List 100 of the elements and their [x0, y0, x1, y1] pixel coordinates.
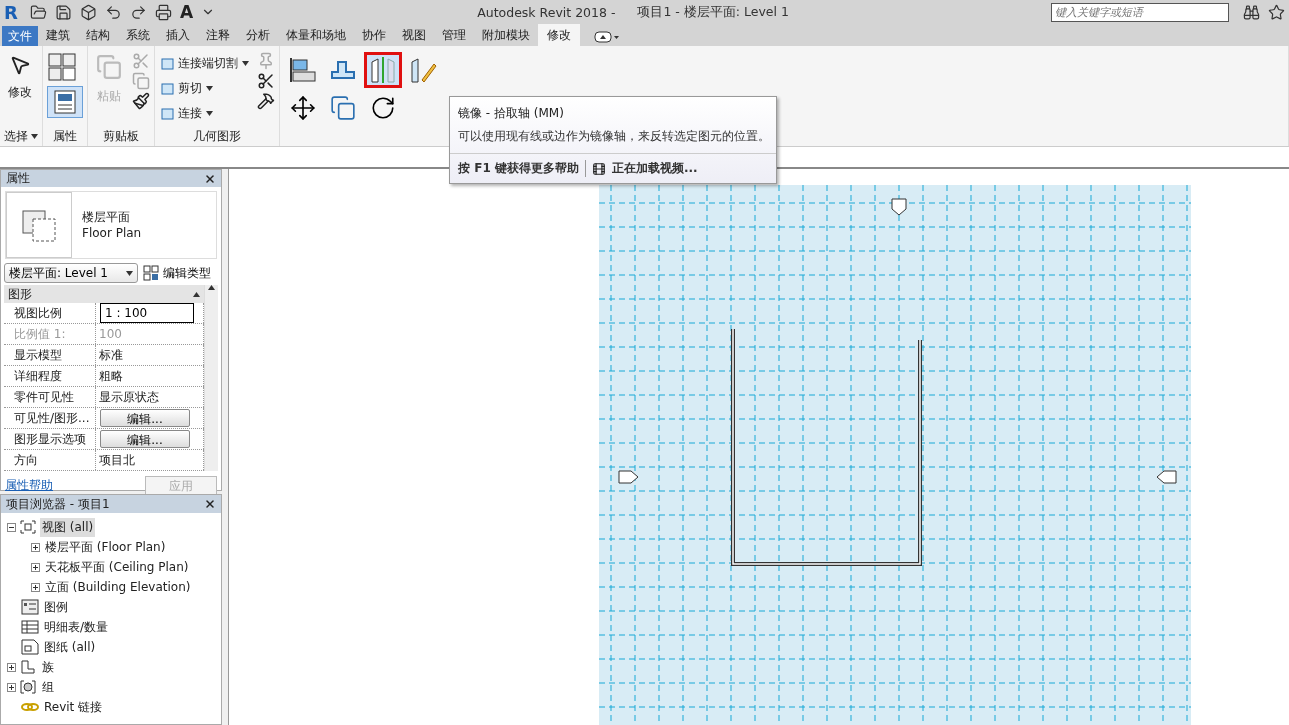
ribbon-tab[interactable]: 视图	[394, 24, 434, 46]
edit-button[interactable]: 编辑...	[100, 430, 190, 448]
collapse-icon[interactable]	[7, 522, 16, 532]
caret-icon	[242, 61, 249, 66]
view-frame-icon	[19, 519, 37, 535]
command-button[interactable]: 连接	[159, 102, 251, 125]
sheet-icon	[21, 639, 39, 655]
shape-icon	[161, 82, 174, 95]
scrollbar[interactable]	[204, 285, 218, 471]
edit-type-icon	[143, 265, 159, 281]
tree-item[interactable]: 明细表/数量	[42, 617, 111, 637]
close-icon[interactable]	[204, 172, 216, 185]
edit-button[interactable]: 编辑...	[100, 409, 190, 427]
property-label: 比例值 1:	[4, 324, 96, 344]
hammer-icon[interactable]	[257, 92, 275, 110]
help-link[interactable]: 属性帮助	[5, 477, 53, 494]
panel-title: 几何图形	[192, 127, 242, 145]
box-icon[interactable]	[80, 3, 97, 21]
ribbon-tab[interactable]: 建筑	[38, 24, 78, 46]
command-button[interactable]: 剪切	[159, 77, 251, 100]
open-folder-icon[interactable]	[30, 3, 47, 21]
type-selector[interactable]: 楼层平面 Floor Plan	[5, 191, 217, 259]
group-icon	[19, 679, 37, 695]
ribbon-tab[interactable]: 结构	[78, 24, 118, 46]
edit-type-button[interactable]: 编辑类型	[143, 264, 211, 282]
panel-title: 属性	[6, 170, 30, 187]
group-header[interactable]: 图形	[8, 285, 32, 303]
modify-button[interactable]: 修改	[4, 52, 36, 126]
copy-icon	[330, 95, 356, 121]
save-icon[interactable]	[55, 3, 72, 21]
mirror-axis-icon	[368, 56, 398, 84]
elevation-marker	[891, 198, 907, 216]
redo-icon[interactable]	[130, 3, 147, 21]
tree-item[interactable]: Revit 链接	[42, 697, 105, 717]
video-icon	[591, 161, 606, 176]
shape-icon	[161, 107, 174, 120]
print-icon[interactable]	[155, 3, 172, 21]
tooltip-title: 镜像 - 拾取轴 (MM)	[457, 105, 565, 122]
ribbon-tab[interactable]: 体量和场地	[278, 24, 354, 46]
app-logo[interactable]: R	[4, 1, 22, 23]
floor-plan-icon	[6, 192, 72, 258]
property-label: 图形显示选项	[4, 429, 96, 449]
expand-icon[interactable]	[31, 542, 40, 552]
shape-icon	[161, 57, 174, 70]
property-label: 零件可见性	[4, 387, 96, 407]
panel-title: 属性	[52, 127, 78, 145]
ribbon-tab[interactable]: 附加模块	[474, 24, 538, 46]
panel-title: 剪贴板	[102, 127, 140, 145]
tree-item[interactable]: 立面 (Building Elevation)	[43, 577, 193, 597]
caret-icon	[126, 270, 133, 276]
panel-title: 项目浏览器 - 项目1	[6, 495, 110, 513]
tree-item[interactable]: 图纸 (all)	[42, 637, 98, 657]
ribbon-tab[interactable]: 注释	[198, 24, 238, 46]
ribbon-tab[interactable]: 系统	[118, 24, 158, 46]
property-field[interactable]: 1 : 100	[100, 303, 194, 323]
expand-icon[interactable]	[7, 662, 16, 672]
search-field[interactable]: 键入关键字或短语	[1051, 2, 1229, 22]
clipboard-icon	[96, 54, 122, 80]
tree-item[interactable]: 楼层平面 (Floor Plan)	[43, 537, 168, 557]
panel-toggle-icon[interactable]	[594, 31, 620, 43]
command-button[interactable]: 连接端切割	[159, 52, 251, 75]
expand-icon[interactable]	[31, 582, 40, 592]
file-tab[interactable]: 文件	[2, 26, 38, 46]
ribbon-tab[interactable]: 分析	[238, 24, 278, 46]
property-label: 方向	[4, 450, 96, 470]
video-status: 正在加载视频...	[611, 160, 698, 177]
tree-item[interactable]: 族	[40, 657, 56, 677]
ribbon-tab[interactable]: 修改	[538, 24, 580, 46]
help-hint: 按 F1 键获得更多帮助	[458, 160, 586, 177]
table-icon	[21, 619, 39, 635]
expand-icon[interactable]	[7, 682, 16, 692]
properties-button[interactable]	[47, 86, 83, 118]
ribbon-tab[interactable]: 管理	[434, 24, 474, 46]
ribbon-tab[interactable]: 协作	[354, 24, 394, 46]
star-icon[interactable]	[1268, 3, 1285, 21]
view-selector[interactable]: 楼层平面: Level 1	[4, 263, 138, 283]
tree-item[interactable]: 天花板平面 (Ceiling Plan)	[43, 557, 191, 577]
ribbon-tab[interactable]: 插入	[158, 24, 198, 46]
property-label: 视图比例	[4, 303, 96, 323]
move-icon	[290, 95, 316, 121]
property-label: 详细程度	[4, 366, 96, 386]
panel-title[interactable]: 选择	[4, 126, 38, 146]
text-tool[interactable]: A	[180, 2, 194, 22]
caret-icon	[206, 86, 213, 91]
scissors-icon[interactable]	[257, 72, 275, 90]
binoculars-icon[interactable]	[1243, 3, 1260, 21]
tree-item[interactable]: 视图 (all)	[40, 517, 96, 537]
document-title: 项目1 - 楼层平面: Level 1	[637, 3, 789, 21]
caret-icon	[208, 285, 215, 290]
tree-item[interactable]: 组	[40, 677, 56, 697]
expand-icon[interactable]	[31, 562, 40, 572]
legend-icon	[21, 599, 39, 615]
tree-item[interactable]: 图例	[42, 597, 70, 617]
close-icon[interactable]	[204, 498, 216, 510]
property-label: 显示模型	[4, 345, 96, 365]
family-icon	[19, 659, 37, 675]
app-title: Autodesk Revit 2018 -	[477, 4, 616, 20]
undo-icon[interactable]	[105, 3, 122, 21]
type-name: 楼层平面 Floor Plan	[82, 209, 143, 241]
paintbrush-icon[interactable]	[132, 92, 150, 110]
